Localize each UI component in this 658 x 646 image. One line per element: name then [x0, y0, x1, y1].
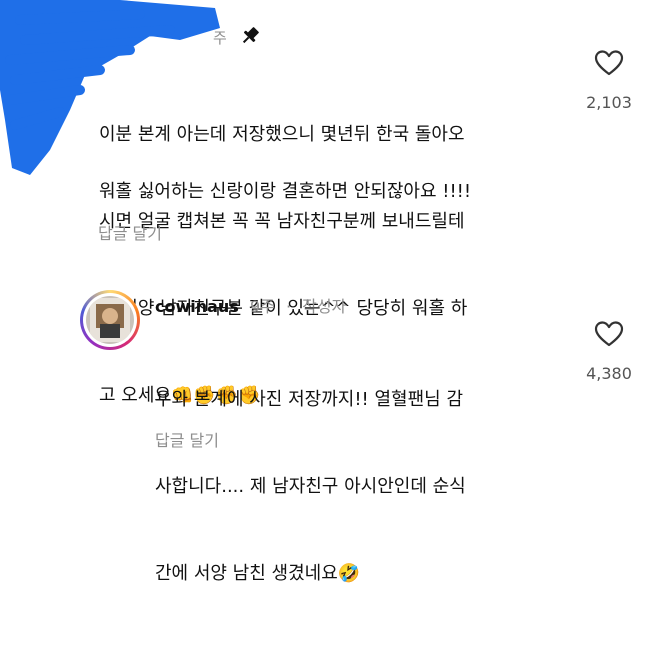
- pin-icon: [242, 27, 259, 44]
- heart-outline-icon[interactable]: [594, 320, 624, 348]
- author-badge: 작성자: [302, 297, 347, 316]
- like-count: 2,103: [586, 93, 632, 112]
- separator: ·: [285, 297, 292, 316]
- avatar-image: [86, 296, 134, 344]
- reply-button[interactable]: 답글 달기: [155, 427, 219, 451]
- reply-button[interactable]: 답글 달기: [98, 220, 162, 244]
- avatar[interactable]: [80, 290, 140, 350]
- heart-outline-icon[interactable]: [594, 49, 624, 77]
- comment-line: 간에 서양 남친 생겼네요🤣: [155, 563, 361, 584]
- comment-extra-line: 워홀 싫어하는 신랑이랑 결혼하면 안되잖아요 !!!!: [99, 181, 472, 202]
- comment-time: 9주: [249, 297, 275, 316]
- comment-body: 우와 본계에 사진 저장까지!! 열혈팬님 감 사합니다.... 제 남자친구 …: [155, 327, 466, 646]
- comment-time: 주: [213, 29, 227, 47]
- like-count: 4,380: [586, 364, 632, 383]
- comment-line: 사합니다.... 제 남자친구 아시안인데 순식: [155, 476, 466, 497]
- comment-line: 이분 본계 아는데 저장했으니 몇년뒤 한국 돌아오: [99, 124, 465, 145]
- username[interactable]: cowinaus: [155, 297, 239, 316]
- comment-header: cowinaus 9주 · 작성자: [155, 293, 346, 317]
- comment-line: 우와 본계에 사진 저장까지!! 열혈팬님 감: [155, 389, 463, 410]
